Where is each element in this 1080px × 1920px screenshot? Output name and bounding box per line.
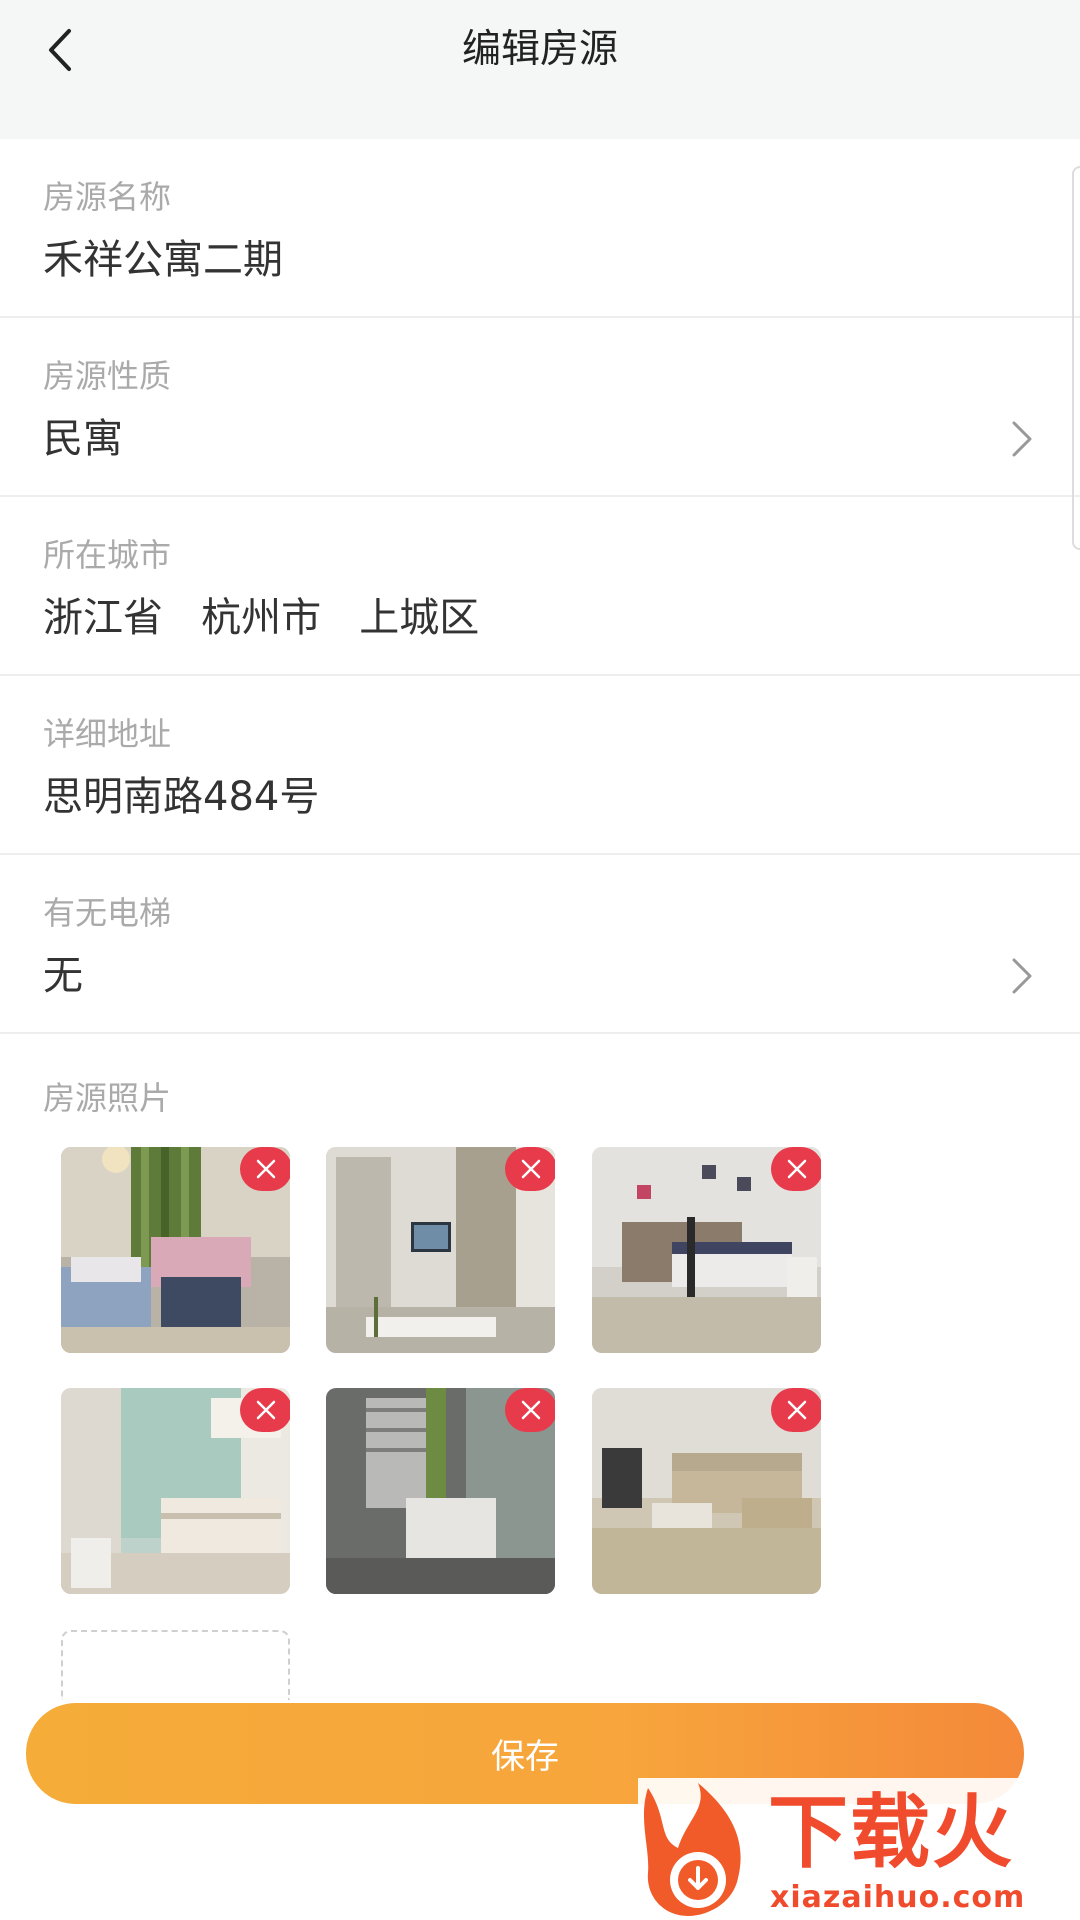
photo-thumbnail[interactable] [61, 1147, 290, 1353]
edit-listing-screen: 编辑房源 房源名称 禾祥公寓二期 房源性质 民寓 所在城市 浙江省 杭州市 上城… [0, 0, 1080, 1920]
field-label: 房源性质 [43, 357, 172, 395]
field-label: 所在城市 [43, 536, 172, 574]
close-icon [787, 1159, 807, 1179]
close-icon [256, 1159, 276, 1179]
delete-photo-button[interactable] [771, 1147, 821, 1191]
delete-photo-button[interactable] [505, 1388, 555, 1432]
field-value: 禾祥公寓二期 [43, 237, 283, 283]
watermark-logo: 下载火 xiazaihuo.com [638, 1778, 1080, 1920]
photo-thumbnail[interactable] [326, 1388, 555, 1594]
watermark-url: xiazaihuo.com [770, 1880, 1026, 1915]
close-icon [521, 1400, 541, 1420]
field-elevator[interactable]: 有无电梯 无 [0, 855, 1080, 1034]
save-label: 保存 [491, 1737, 559, 1777]
field-city[interactable]: 所在城市 浙江省 杭州市 上城区 [0, 497, 1080, 676]
field-label: 房源名称 [43, 178, 172, 216]
field-value: 无 [43, 953, 83, 999]
delete-photo-button[interactable] [240, 1388, 290, 1432]
field-value: 民寓 [43, 416, 123, 462]
field-address[interactable]: 详细地址 思明南路484号 [0, 676, 1080, 855]
field-listing-name[interactable]: 房源名称 禾祥公寓二期 [0, 139, 1080, 318]
chevron-right-icon [1012, 421, 1032, 457]
photo-thumbnail[interactable] [326, 1147, 555, 1353]
photos-label: 房源照片 [43, 1079, 172, 1117]
photo-thumbnail[interactable] [592, 1388, 821, 1594]
field-listing-type[interactable]: 房源性质 民寓 [0, 318, 1080, 497]
field-label: 有无电梯 [43, 894, 172, 932]
field-value: 浙江省 杭州市 上城区 [43, 595, 480, 641]
page-title: 编辑房源 [461, 27, 618, 72]
header-bar: 编辑房源 [0, 0, 1080, 139]
close-icon [521, 1159, 541, 1179]
close-icon [787, 1400, 807, 1420]
flame-logo-icon [643, 1783, 741, 1916]
delete-photo-button[interactable] [771, 1388, 821, 1432]
add-photo-button[interactable] [61, 1630, 290, 1700]
field-label: 详细地址 [43, 715, 172, 753]
chevron-right-icon [1012, 958, 1032, 994]
listing-form: 房源名称 禾祥公寓二期 房源性质 民寓 所在城市 浙江省 杭州市 上城区 详细地… [0, 139, 1080, 1034]
field-value: 思明南路484号 [43, 774, 320, 820]
photo-thumbnail[interactable] [592, 1147, 821, 1353]
close-icon [256, 1400, 276, 1420]
delete-photo-button[interactable] [240, 1147, 290, 1191]
watermark-brand: 下载火 [768, 1786, 1014, 1879]
scroll-indicator [1072, 166, 1080, 550]
delete-photo-button[interactable] [505, 1147, 555, 1191]
photo-thumbnail[interactable] [61, 1388, 290, 1594]
